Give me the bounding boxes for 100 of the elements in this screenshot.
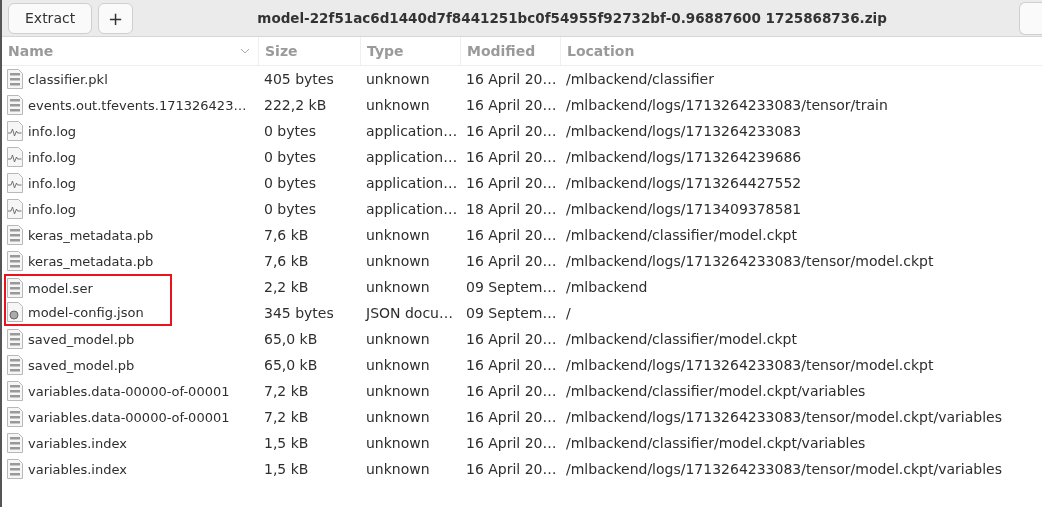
file-type: JSON docu… — [364, 305, 454, 321]
file-modified: 09 Septem… — [465, 279, 558, 295]
file-type: unknown — [365, 71, 431, 87]
file-type: unknown — [365, 383, 431, 399]
file-location: /mlbackend/logs/1713264233083/tensor/model.ckpt — [565, 357, 935, 373]
file-name[interactable]: model-config.json — [28, 304, 144, 320]
file-modified: 16 April 20… — [465, 331, 558, 347]
json-file-icon — [6, 301, 24, 323]
file-location: /mlbackend/logs/1713409378581 — [565, 201, 803, 217]
file-modified: 16 April 20… — [465, 71, 558, 87]
binary-file-icon — [6, 277, 24, 299]
file-modified: 16 April 20… — [465, 357, 558, 373]
file-location: /mlbackend/logs/1713264427552 — [565, 175, 803, 191]
file-modified: 16 April 20… — [465, 227, 558, 243]
binary-file-icon — [6, 354, 24, 376]
file-modified: 16 April 20… — [465, 175, 558, 191]
file-name[interactable]: info.log — [28, 175, 77, 191]
file-size: 7,2 kB — [263, 409, 310, 425]
file-name[interactable]: variables.index — [28, 461, 127, 477]
file-type: unknown — [365, 97, 431, 113]
file-size: 7,6 kB — [263, 227, 310, 243]
file-name[interactable]: saved_model.pb — [28, 331, 135, 347]
file-location: /mlbackend/logs/1713264233083/tensor/model.ckpt — [565, 253, 935, 269]
sort-chevron-icon[interactable] — [240, 48, 250, 54]
file-location: /mlbackend/logs/1713264239686 — [565, 149, 803, 165]
file-name[interactable]: events.out.tfevents.171326423… — [28, 97, 247, 113]
file-type: unknown — [365, 357, 431, 373]
file-modified: 16 April 20… — [465, 253, 558, 269]
binary-file-icon — [6, 94, 24, 116]
file-modified: 16 April 20… — [465, 383, 558, 399]
file-type: unknown — [365, 461, 431, 477]
file-name[interactable]: saved_model.pb — [28, 357, 135, 373]
file-modified: 16 April 20… — [465, 97, 558, 113]
file-type: application… — [365, 149, 459, 165]
binary-file-icon — [6, 328, 24, 350]
file-size: 405 bytes — [263, 71, 335, 87]
file-name[interactable]: keras_metadata.pb — [28, 253, 154, 269]
file-size: 0 bytes — [263, 175, 317, 191]
file-name[interactable]: variables.data-00000-of-00001 — [28, 409, 230, 425]
file-modified: 18 April 20… — [465, 201, 558, 217]
file-size: 7,6 kB — [263, 253, 310, 269]
file-size: 1,5 kB — [263, 435, 310, 451]
binary-file-icon — [6, 250, 24, 272]
file-size: 345 bytes — [263, 305, 335, 321]
binary-file-icon — [6, 406, 24, 428]
file-name[interactable]: variables.index — [28, 435, 127, 451]
file-location: /mlbackend/logs/1713264233083/tensor/model.ckpt/variables — [565, 409, 1003, 425]
file-type: unknown — [365, 331, 431, 347]
binary-file-icon — [6, 68, 24, 90]
file-name[interactable]: classifier.pkl — [28, 71, 108, 87]
extract-button[interactable]: Extract — [8, 2, 93, 34]
file-size: 65,0 kB — [263, 357, 319, 373]
file-size: 65,0 kB — [263, 331, 319, 347]
file-modified: 09 Septem… — [465, 305, 558, 321]
file-location: /mlbackend/classifier/model.ckpt — [565, 227, 798, 243]
file-size: 0 bytes — [263, 201, 317, 217]
file-type: unknown — [365, 279, 431, 295]
file-modified: 16 April 20… — [465, 409, 558, 425]
file-location: /mlbackend/logs/1713264233083/tensor/train — [565, 97, 889, 113]
file-name[interactable]: info.log — [28, 123, 77, 139]
file-location: /mlbackend/logs/1713264233083 — [565, 123, 803, 139]
toolbar-button[interactable] — [1019, 1, 1042, 35]
file-type: unknown — [365, 409, 431, 425]
file-modified: 16 April 20… — [465, 461, 558, 477]
file-modified: 16 April 20… — [465, 149, 558, 165]
file-location: /mlbackend/classifier/model.ckpt/variables — [565, 435, 867, 451]
binary-file-icon — [6, 458, 24, 480]
file-location: /mlbackend — [565, 279, 649, 295]
file-location: /mlbackend/classifier/model.ckpt/variables — [565, 383, 867, 399]
log-file-icon — [6, 120, 24, 142]
file-location: /mlbackend/logs/1713264233083/tensor/model.ckpt/variables — [565, 461, 1003, 477]
file-modified: 16 April 20… — [465, 435, 558, 451]
file-type: application… — [365, 123, 459, 139]
file-name[interactable]: variables.data-00000-of-00001 — [28, 383, 230, 399]
file-type: application… — [365, 175, 459, 191]
file-size: 222,2 kB — [263, 97, 328, 113]
log-file-icon — [6, 146, 24, 168]
file-name[interactable]: model.ser — [28, 280, 93, 296]
add-button[interactable]: + — [98, 2, 134, 34]
file-type: unknown — [365, 435, 431, 451]
file-location: / — [565, 305, 572, 321]
binary-file-icon — [6, 224, 24, 246]
file-size: 1,5 kB — [263, 461, 310, 477]
file-modified: 16 April 20… — [465, 123, 558, 139]
log-file-icon — [6, 198, 24, 220]
binary-file-icon — [6, 432, 24, 454]
file-type: unknown — [365, 253, 431, 269]
binary-file-icon — [6, 380, 24, 402]
file-type: unknown — [365, 227, 431, 243]
file-name[interactable]: info.log — [28, 149, 77, 165]
file-location: /mlbackend/classifier — [565, 71, 715, 87]
file-size: 0 bytes — [263, 149, 317, 165]
file-size: 7,2 kB — [263, 383, 310, 399]
file-size: 2,2 kB — [263, 279, 310, 295]
log-file-icon — [6, 172, 24, 194]
file-name[interactable]: keras_metadata.pb — [28, 227, 154, 243]
file-type: application… — [365, 201, 459, 217]
file-location: /mlbackend/classifier/model.ckpt — [565, 331, 798, 347]
window-title: model-22f51ac6d1440d7f8441251bc0f54955f92732bf-0.96887600 1725868736.zip — [256, 10, 888, 26]
file-name[interactable]: info.log — [28, 201, 77, 217]
